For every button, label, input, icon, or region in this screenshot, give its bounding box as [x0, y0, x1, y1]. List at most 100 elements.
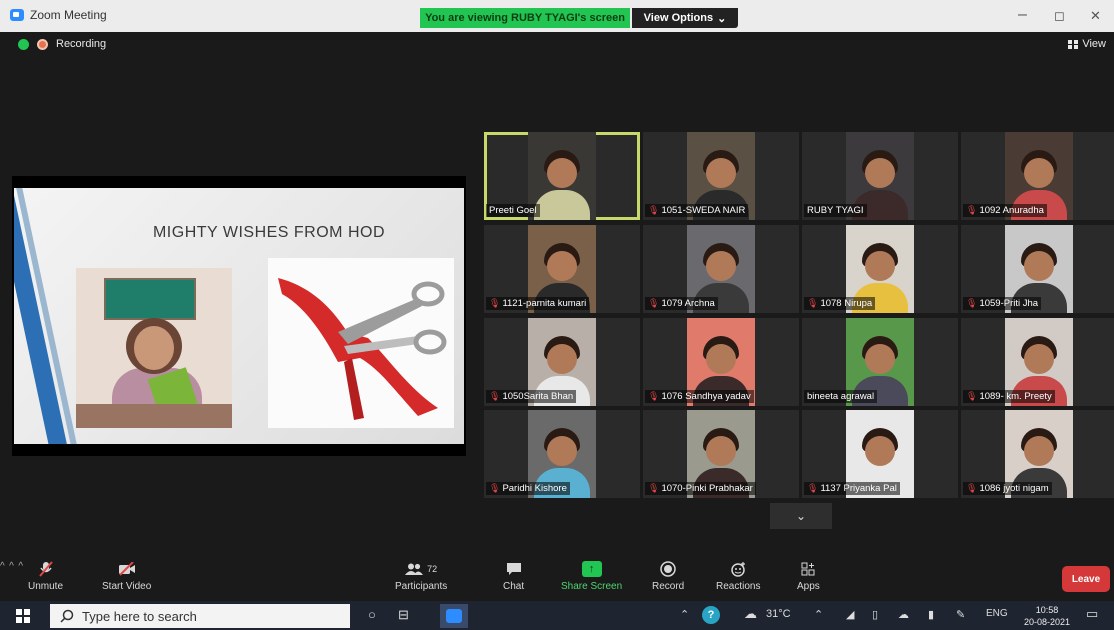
start-video-button[interactable]: Start Video	[102, 560, 151, 592]
participant-tile[interactable]: 🎙︎ 1089- km. Preety	[961, 318, 1114, 406]
notifications-icon[interactable]: ▭	[1086, 606, 1098, 622]
pen-icon[interactable]: ✎	[956, 608, 965, 621]
participant-tile[interactable]: 🎙︎ 1076 Sandhya yadav	[643, 318, 799, 406]
show-hidden-icons-icon[interactable]: ⌃	[680, 608, 689, 621]
participant-tile[interactable]: Preeti Goel	[484, 132, 640, 220]
participants-label: Participants	[395, 581, 448, 592]
participant-name: 1076 Sandhya yadav	[661, 391, 751, 402]
mic-muted-icon	[36, 560, 56, 578]
volume-icon[interactable]: ▮	[928, 608, 934, 621]
participant-tile[interactable]: RUBY TYAGI	[802, 132, 958, 220]
cortana-icon[interactable]: ○	[368, 607, 376, 622]
view-button[interactable]: View	[1068, 38, 1106, 50]
participant-name-tag: 🎙︎ 1089- km. Preety	[963, 390, 1055, 403]
recording-icon	[37, 38, 48, 50]
participant-name-tag: 🎙︎ 1079 Archna	[645, 297, 718, 310]
network-icon[interactable]: ◢	[846, 608, 854, 621]
participant-name: 1121-parnita kumari	[502, 298, 587, 309]
leave-button[interactable]: Leave	[1062, 566, 1110, 592]
scroll-down-button[interactable]: ⌄	[770, 503, 832, 529]
record-label: Record	[652, 581, 685, 592]
temperature[interactable]: 31°C	[766, 608, 791, 620]
task-view-icon[interactable]: ⊟	[398, 607, 409, 623]
participant-tile[interactable]: 🎙︎ 1078 Nirupa	[802, 225, 958, 313]
mic-muted-icon: 🎙︎	[966, 298, 978, 308]
onedrive-icon[interactable]: ☁	[898, 608, 909, 621]
participant-tile[interactable]: 🎙︎ Paridhi Kishore	[484, 410, 640, 498]
record-button[interactable]: Record	[652, 560, 684, 592]
clock-date: 20-08-2021	[1023, 617, 1071, 627]
clock-time: 10:58	[1035, 605, 1059, 615]
mic-muted-icon: 🎙︎	[648, 298, 660, 308]
weather-icon[interactable]: ☁	[744, 606, 757, 622]
participant-tile[interactable]: 🎙︎ 1079 Archna	[643, 225, 799, 313]
video-options-caret[interactable]: ^	[9, 561, 14, 572]
apps-icon	[798, 560, 818, 578]
participant-name-tag: 🎙︎ 1092 Anuradha	[963, 204, 1047, 217]
participant-name-tag: 🎙︎ 1051-SWEDA NAIR	[645, 204, 749, 217]
battery-icon[interactable]: ▯	[872, 608, 878, 621]
reactions-button[interactable]: Reactions	[716, 560, 760, 592]
apps-button[interactable]: Apps	[797, 560, 820, 592]
share-screen-label: Share Screen	[561, 581, 623, 592]
shield-icon[interactable]	[18, 38, 29, 50]
participant-name-tag: 🎙︎ 1076 Sandhya yadav	[645, 390, 754, 403]
tray-caret-icon[interactable]: ⌃	[814, 608, 823, 621]
unmute-label: Unmute	[28, 581, 64, 592]
participant-tile[interactable]: 🎙︎ 1070-Pinki Prabhakar	[643, 410, 799, 498]
search-placeholder: Type here to search	[82, 608, 197, 624]
participant-tile[interactable]: 🎙︎ 1050Sarita Bhan	[484, 318, 640, 406]
mic-muted-icon: 🎙︎	[489, 298, 501, 308]
participants-options-caret[interactable]: ^	[18, 561, 23, 572]
participants-button[interactable]: 72 Participants	[395, 560, 447, 592]
shared-screen: MIGHTY WISHES FROM HOD	[12, 176, 466, 456]
minimize-button[interactable]: –	[1018, 6, 1027, 24]
mic-muted-icon: 🎙︎	[966, 391, 978, 401]
taskbar-search-box[interactable]: Type here to search	[50, 604, 350, 628]
chat-button[interactable]: Chat	[503, 560, 524, 592]
recording-label: Recording	[56, 38, 107, 50]
participant-name: 1092 Anuradha	[979, 205, 1044, 216]
unmute-button[interactable]: Unmute	[28, 560, 63, 592]
view-options-button[interactable]: View Options ⌄	[632, 8, 738, 28]
share-screen-button[interactable]: ↑ Share Screen	[561, 560, 622, 592]
participant-tile[interactable]: 🎙︎ 1051-SWEDA NAIR	[643, 132, 799, 220]
participant-name-tag: bineeta agrawal	[804, 390, 878, 403]
slide-title: MIGHTY WISHES FROM HOD	[152, 224, 386, 241]
chat-icon	[504, 560, 524, 578]
participant-tile[interactable]: 🎙︎ 1092 Anuradha	[961, 132, 1114, 220]
participant-name: 1137 Priyanka Pal	[820, 483, 897, 494]
help-icon[interactable]: ?	[702, 606, 720, 624]
participant-name-tag: 🎙︎ Paridhi Kishore	[486, 482, 570, 495]
audio-options-caret[interactable]: ^	[0, 561, 5, 572]
windows-start-icon[interactable]	[16, 609, 30, 623]
mic-muted-icon: 🎙︎	[966, 205, 978, 215]
start-video-label: Start Video	[102, 581, 152, 592]
participant-name-tag: 🎙︎ 1137 Priyanka Pal	[804, 482, 900, 495]
reactions-icon	[728, 560, 748, 578]
zoom-logo-icon	[10, 9, 24, 21]
hod-photo	[76, 268, 232, 428]
participant-tile[interactable]: bineeta agrawal	[802, 318, 958, 406]
meeting-status-row: Recording	[18, 38, 106, 50]
participant-tile[interactable]: 🎙︎ 1086 jyoti nigam	[961, 410, 1114, 498]
windows-taskbar: Type here to search ○ ⊟ ⌃ ? ☁ 31°C ⌃ ◢ ▯…	[0, 601, 1114, 630]
chat-label: Chat	[503, 581, 525, 592]
participant-name: 1051-SWEDA NAIR	[661, 205, 746, 216]
participant-tile[interactable]: 🎙︎ 1137 Priyanka Pal	[802, 410, 958, 498]
close-button[interactable]: ✕	[1090, 8, 1101, 24]
participant-count: 72	[427, 564, 438, 574]
zoom-taskbar-icon[interactable]	[440, 604, 468, 628]
taskbar-clock[interactable]: 10:58 20-08-2021	[1018, 604, 1076, 628]
maximize-button[interactable]: ◻	[1054, 8, 1065, 24]
participant-tile[interactable]: 🎙︎ 1121-parnita kumari	[484, 225, 640, 313]
participant-name: 1059-Priti Jha	[979, 298, 1039, 309]
participant-tile[interactable]: 🎙︎ 1059-Priti Jha	[961, 225, 1114, 313]
search-icon	[60, 609, 74, 623]
participant-name-tag: RUBY TYAGI	[804, 204, 867, 217]
language-indicator[interactable]: ENG	[986, 608, 1008, 619]
participant-name-tag: 🎙︎ 1121-parnita kumari	[486, 297, 590, 310]
chevron-down-icon: ⌄	[717, 12, 727, 25]
zoom-meeting-window: Zoom Meeting You are viewing RUBY TYAGI'…	[0, 0, 1114, 630]
ribbon-cutting-image	[268, 258, 454, 428]
